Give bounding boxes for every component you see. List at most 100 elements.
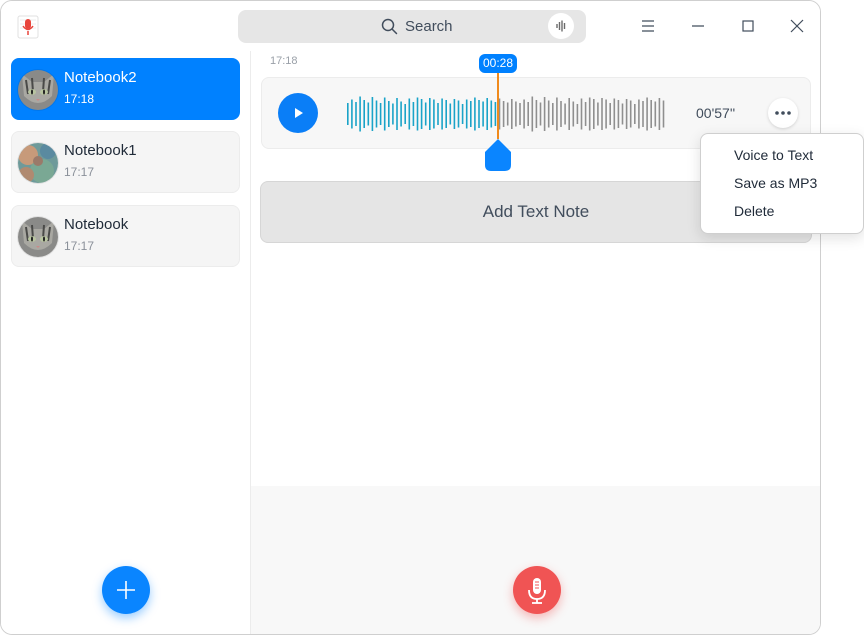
waveform-bar [424,102,427,126]
notebook-cat-avatar [18,70,58,110]
waveform-bar [392,103,394,125]
waveform-bar [383,97,386,131]
waveform-bar [535,100,538,128]
waveform-bar [613,98,616,130]
waveform-bar [556,97,558,131]
menu-item-voice-to-text[interactable]: Voice to Text [734,147,813,163]
waveform-bar [662,100,665,128]
voice-search-button[interactable] [548,13,574,39]
waveform-bar [437,103,439,125]
waveform-bar [654,101,657,127]
waveform-bar [453,99,456,129]
waveform-bar [560,101,562,127]
waveform-bar [572,101,575,127]
waveform-bar [531,96,534,132]
app-window: Search Notebook2 17:18 Notebook1 17:17 N… [0,0,821,635]
search-icon [381,18,398,40]
notebook-sidebar: Notebook2 17:18 Notebook1 17:17 Notebook… [1,51,251,634]
waveform-bar [408,98,411,130]
waveform-bar [511,99,513,129]
waveform-bar [625,99,628,129]
waveform-bar [593,99,595,129]
waveform-bar [396,98,398,130]
waveform-bar [482,101,484,127]
waveform-bar [445,100,447,128]
play-icon [295,108,303,118]
more-options-button[interactable] [768,98,798,128]
waveform-bar [605,99,607,129]
maximize-button[interactable] [735,13,761,39]
waveform-bar [400,101,402,127]
waveform-bar [359,96,361,132]
waveform-bar [371,97,374,131]
search-bar[interactable]: Search [238,10,586,43]
waveform-bar [629,100,632,128]
waveform-bar [588,97,591,131]
waveform-bar [576,104,579,124]
more-dots-icon [775,111,791,115]
waveform-bar [539,102,542,126]
maximize-icon [742,20,754,32]
waveform-bar [416,97,419,131]
title-bar: Search [1,1,820,51]
app-logo-icon [17,15,39,39]
waveform-bar [638,99,640,129]
waveform-bar [367,102,370,126]
waveform-bar [474,97,476,131]
notebook-title: Notebook [64,216,129,233]
waveform-bar [601,98,603,130]
notebook-item[interactable]: Notebook2 17:18 [11,58,240,120]
waveform-bar [490,100,493,128]
waveform-bar [347,103,349,125]
menu-item-save-as-mp3[interactable]: Save as MP3 [734,175,817,191]
notebook-time: 17:17 [64,165,95,179]
notebook-title: Notebook1 [64,142,137,159]
waveform-bar [543,97,546,131]
waveform-bar [597,102,599,126]
close-button[interactable] [784,13,810,39]
waveform-bar [433,99,435,129]
waveform-bar [388,101,390,127]
waveform-bar [461,104,464,124]
minimize-button[interactable] [685,13,711,39]
notebook-item[interactable]: Notebook 17:17 [11,205,240,267]
waveform-bar [621,103,624,125]
playhead-line [497,73,499,139]
playhead-knob-icon [485,139,511,171]
playhead-handle[interactable] [482,137,514,178]
add-notebook-button[interactable] [102,566,150,614]
minimize-icon [692,25,704,27]
waveform-bar [441,98,443,130]
waveform-bar [515,101,517,127]
waveform-bar [580,98,583,130]
close-icon [790,19,804,33]
waveform-bar [375,100,378,128]
waveform-bar [478,100,480,128]
waveform-bar [412,102,415,126]
waveform-bar [465,99,468,129]
playhead-time: 00:28 [479,54,517,73]
menu-button[interactable] [635,13,661,39]
waveform-bar [363,100,365,128]
waveform-bar [449,103,452,125]
search-placeholder: Search [405,18,453,35]
play-button[interactable] [278,93,318,133]
waveform-bar [429,98,431,130]
waveform-icon [556,20,566,32]
waveform-bar [502,101,505,127]
waveform-bar [658,98,661,130]
waveform-bar [457,100,460,128]
waveform-bar [584,102,587,126]
notebook-cat-avatar [18,217,58,257]
waveform[interactable] [346,96,666,132]
record-button[interactable] [513,566,561,614]
notebook-time: 17:17 [64,239,95,253]
waveform-bar [564,103,566,125]
waveform-bar [494,102,497,126]
waveform-bar [470,101,472,127]
menu-item-delete[interactable]: Delete [734,203,774,219]
waveform-bar [519,103,521,125]
notebook-item[interactable]: Notebook1 17:17 [11,131,240,193]
recording-timestamp: 17:18 [270,55,298,67]
context-menu: Voice to Text Save as MP3 Delete [700,133,864,234]
